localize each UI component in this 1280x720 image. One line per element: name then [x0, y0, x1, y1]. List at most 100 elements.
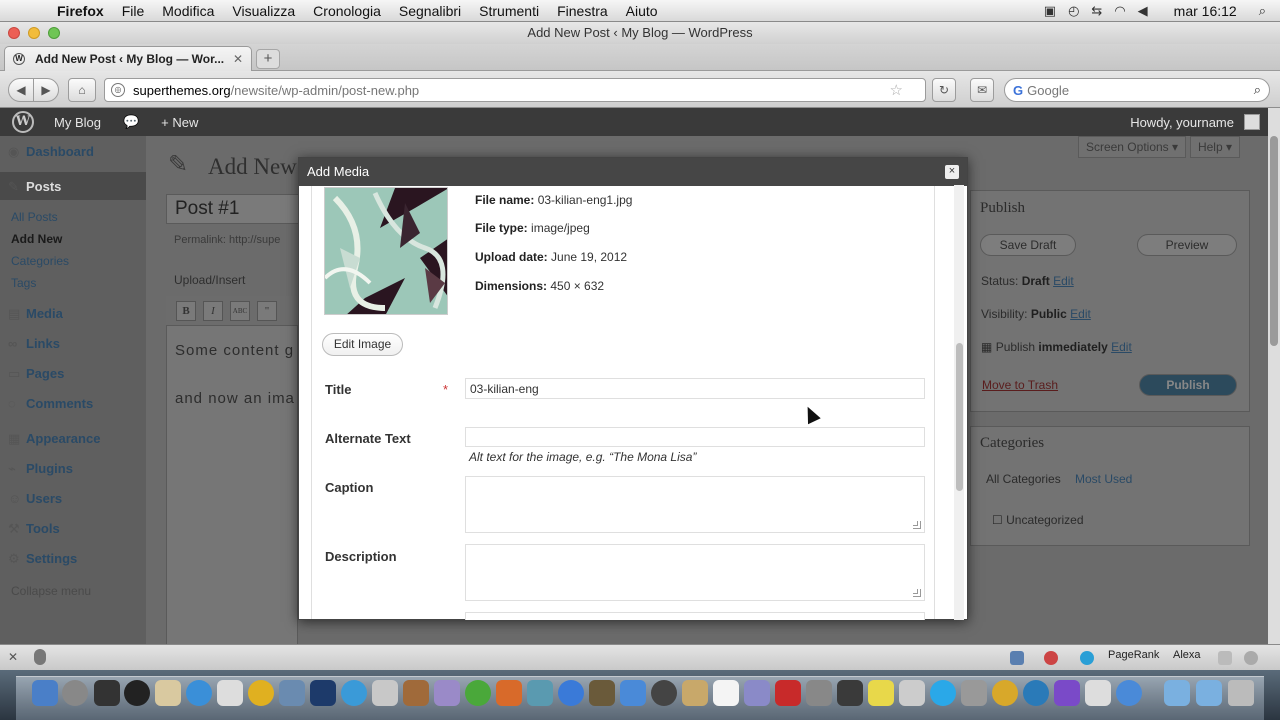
app-icon[interactable] — [279, 680, 305, 706]
sidebar-sub-categories[interactable]: Categories — [11, 254, 69, 268]
sidebar-item-users[interactable]: ☺ Users — [8, 491, 62, 506]
wordpress-logo-icon[interactable]: W — [12, 111, 34, 133]
title-input[interactable] — [465, 378, 925, 399]
skype-icon[interactable] — [930, 680, 956, 706]
menu-visualizza[interactable]: Visualizza — [223, 3, 304, 19]
facetime-icon[interactable] — [620, 680, 646, 706]
window-close-button[interactable] — [8, 27, 20, 39]
caption-textarea[interactable] — [465, 476, 925, 533]
menu-file[interactable]: File — [113, 3, 154, 19]
avatar[interactable] — [1244, 114, 1260, 130]
forward-button[interactable]: ▶ — [33, 78, 59, 102]
app-icon[interactable] — [992, 680, 1018, 706]
sidebar-item-settings[interactable]: ⚙ Settings — [8, 551, 77, 567]
app-icon[interactable] — [527, 680, 553, 706]
dashboard-dock-icon[interactable] — [124, 680, 150, 706]
edit-image-button[interactable]: Edit Image — [322, 333, 403, 356]
app-icon[interactable] — [775, 680, 801, 706]
checkbox-icon[interactable]: ☐ — [992, 513, 1003, 527]
textedit-icon[interactable] — [155, 680, 181, 706]
app-icon[interactable] — [899, 680, 925, 706]
menubar-clock[interactable]: mar 16:12 — [1174, 3, 1237, 19]
wifi-icon[interactable]: ◠ — [1114, 3, 1125, 19]
publish-button[interactable]: Publish — [1139, 374, 1237, 396]
modal-scrollbar-thumb[interactable] — [956, 343, 963, 491]
bookmark-star-icon[interactable]: ☆ — [890, 81, 903, 99]
menu-cronologia[interactable]: Cronologia — [304, 3, 390, 19]
app-icon[interactable] — [682, 680, 708, 706]
app-icon[interactable] — [837, 680, 863, 706]
app-icon[interactable] — [744, 680, 770, 706]
menu-finestra[interactable]: Finestra — [548, 3, 617, 19]
status-edit-link[interactable]: Edit — [1053, 274, 1074, 288]
next-field-textarea[interactable] — [465, 612, 925, 620]
admin-bar-howdy[interactable]: Howdy, yourname — [1130, 115, 1234, 130]
app-icon[interactable] — [589, 680, 615, 706]
chrome-icon[interactable] — [248, 680, 274, 706]
dropbox-icon[interactable]: ▣ — [1044, 3, 1056, 19]
description-textarea[interactable] — [465, 544, 925, 601]
stickies-icon[interactable] — [868, 680, 894, 706]
site-identity-icon[interactable]: ◎ — [111, 83, 125, 97]
folder-icon[interactable] — [1164, 680, 1190, 706]
publish-time-edit-link[interactable]: Edit — [1111, 340, 1132, 354]
mail-button[interactable]: ✉ — [970, 78, 994, 102]
pagerank-label[interactable]: PageRank — [1108, 649, 1159, 661]
photoshop-icon[interactable] — [310, 680, 336, 706]
app-icon[interactable] — [403, 680, 429, 706]
sidebar-item-links[interactable]: ∞ Links — [8, 336, 60, 351]
sidebar-sub-add-new[interactable]: Add New — [11, 232, 62, 246]
resize-grip-icon[interactable] — [913, 521, 921, 529]
app-icon[interactable] — [651, 680, 677, 706]
addon-monitor-icon[interactable] — [1010, 651, 1024, 665]
admin-bar-new[interactable]: + New — [161, 115, 198, 130]
app-icon[interactable] — [1085, 680, 1111, 706]
downloads-folder-icon[interactable] — [1196, 680, 1222, 706]
app-icon[interactable] — [1023, 680, 1049, 706]
alt-text-input[interactable] — [465, 427, 925, 447]
sidebar-item-pages[interactable]: ▭ Pages — [8, 366, 64, 382]
time-machine-icon[interactable]: ◴ — [1068, 3, 1079, 19]
app-icon[interactable] — [806, 680, 832, 706]
addon-at-icon[interactable] — [1080, 651, 1094, 665]
sidebar-item-tools[interactable]: ⚒ Tools — [8, 521, 60, 537]
menu-segnalibri[interactable]: Segnalibri — [390, 3, 470, 19]
spotlight-icon[interactable]: ⌕ — [1259, 3, 1266, 19]
resize-grip-icon[interactable] — [913, 589, 921, 597]
finder-icon[interactable] — [32, 680, 58, 706]
app-icon[interactable] — [465, 680, 491, 706]
sidebar-item-posts[interactable]: ✎ Posts — [8, 179, 61, 195]
tab-add-new-post[interactable]: W Add New Post ‹ My Blog — Wor... ✕ — [4, 46, 252, 71]
microphone-icon[interactable] — [34, 649, 46, 665]
upload-insert-label[interactable]: Upload/Insert — [174, 273, 245, 287]
sidebar-item-media[interactable]: ▤ Media — [8, 306, 63, 322]
visibility-edit-link[interactable]: Edit — [1070, 307, 1091, 321]
bold-button[interactable]: B — [176, 301, 196, 321]
reload-button[interactable]: ↻ — [932, 78, 956, 102]
preview-button[interactable]: Preview — [1137, 234, 1237, 256]
app-icon[interactable] — [1116, 680, 1142, 706]
itunes-icon[interactable] — [341, 680, 367, 706]
window-minimize-button[interactable] — [28, 27, 40, 39]
move-to-trash-link[interactable]: Move to Trash — [982, 378, 1058, 392]
comments-bubble-icon[interactable]: 💬 — [123, 114, 139, 130]
admin-bar-site-name[interactable]: My Blog — [54, 115, 101, 130]
save-draft-button[interactable]: Save Draft — [980, 234, 1076, 256]
blockquote-button[interactable]: " — [257, 301, 277, 321]
menu-modifica[interactable]: Modifica — [153, 3, 223, 19]
italic-button[interactable]: I — [203, 301, 223, 321]
sidebar-sub-all-posts[interactable]: All Posts — [11, 210, 58, 224]
app-icon[interactable] — [961, 680, 987, 706]
strikethrough-button[interactable]: ABC — [230, 301, 250, 321]
sidebar-sub-tags[interactable]: Tags — [11, 276, 36, 290]
help-button[interactable]: Help ▾ — [1190, 136, 1240, 158]
app-icon[interactable] — [1054, 680, 1080, 706]
modal-close-button[interactable]: × — [945, 165, 959, 179]
page-scrollbar-thumb[interactable] — [1270, 136, 1278, 346]
mission-control-icon[interactable] — [94, 680, 120, 706]
search-icon[interactable]: ⌕ — [1254, 82, 1261, 98]
sidebar-collapse-menu[interactable]: Collapse menu — [11, 584, 91, 598]
safari-icon[interactable] — [186, 680, 212, 706]
search-box[interactable]: G Google ⌕ — [1004, 78, 1270, 102]
sidebar-item-appearance[interactable]: ▦ Appearance — [8, 431, 100, 447]
